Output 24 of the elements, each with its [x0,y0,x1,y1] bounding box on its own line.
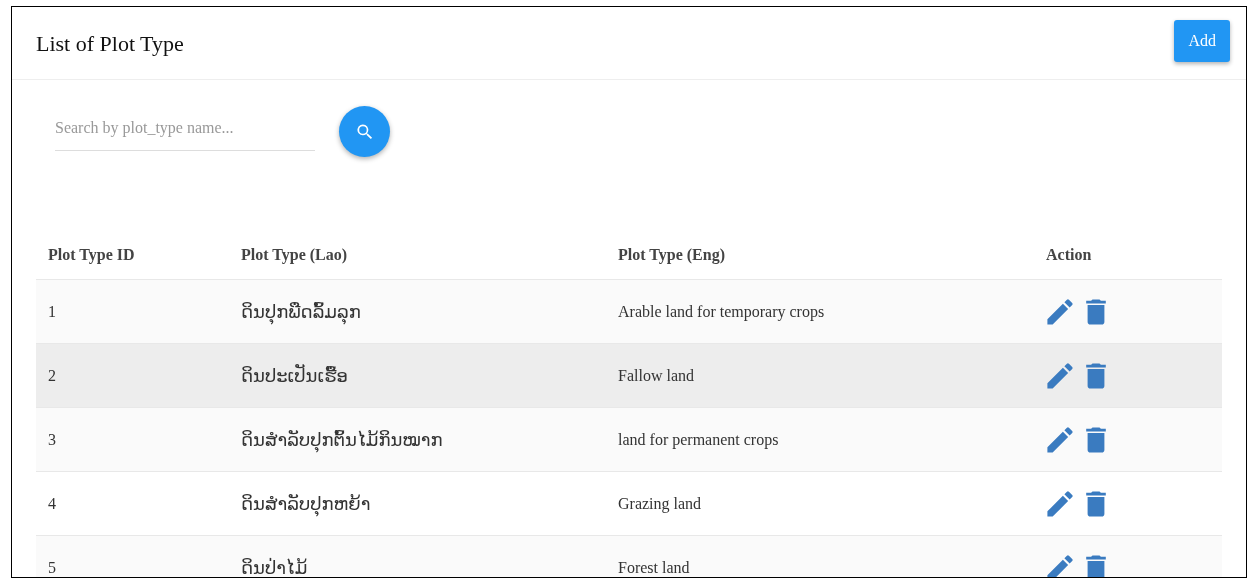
table-cell: 2 [48,366,56,384]
edit-icon[interactable] [1046,297,1074,326]
table-cell: Forest land [618,558,690,576]
column-header: Action [1046,245,1092,263]
table-cell: land for permanent crops [618,430,779,448]
edit-icon[interactable] [1046,425,1074,454]
search-button[interactable] [339,106,390,157]
table-cell: Grazing land [618,494,702,512]
table-cell: ດິນປ່າໄມ້ [241,557,308,577]
table-cell: 3 [48,430,56,448]
column-header: Plot Type (Eng) [618,245,725,263]
edit-icon[interactable] [1046,361,1074,390]
column-header: Plot Type (Lao) [241,245,348,263]
table-cell: 4 [48,494,56,512]
add-button[interactable]: Add [1174,20,1230,62]
table-cell: ດິນປະເປັນເຮື້ອ [241,365,348,386]
table-cell: Fallow land [618,366,694,384]
page-title: List of Plot Type [36,29,184,58]
table-cell: 5 [48,558,56,576]
table-cell: Arable land for temporary crops [618,302,825,320]
column-header: Plot Type ID [48,245,135,263]
table-cell: 1 [48,302,56,320]
edit-icon[interactable] [1046,553,1074,577]
edit-icon[interactable] [1046,489,1074,518]
